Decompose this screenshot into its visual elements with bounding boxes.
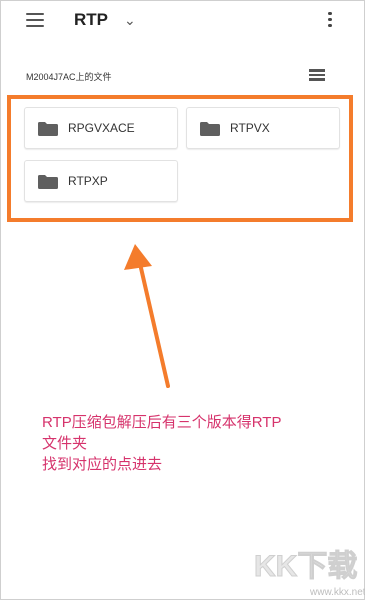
annotation-text-line2: 文件夹 <box>42 435 88 452</box>
annotation-text-line3: 找到对应的点进去 <box>42 456 163 473</box>
watermark-url: www.kkx.net <box>309 587 365 598</box>
annotation-text-line1: RTP压缩包解压后有三个版本得RTP <box>42 414 282 431</box>
watermark-logo-text: KK下载 <box>254 550 357 583</box>
site-watermark: KK下载 www.kkx.net <box>254 550 365 599</box>
annotation-arrow <box>124 244 170 388</box>
